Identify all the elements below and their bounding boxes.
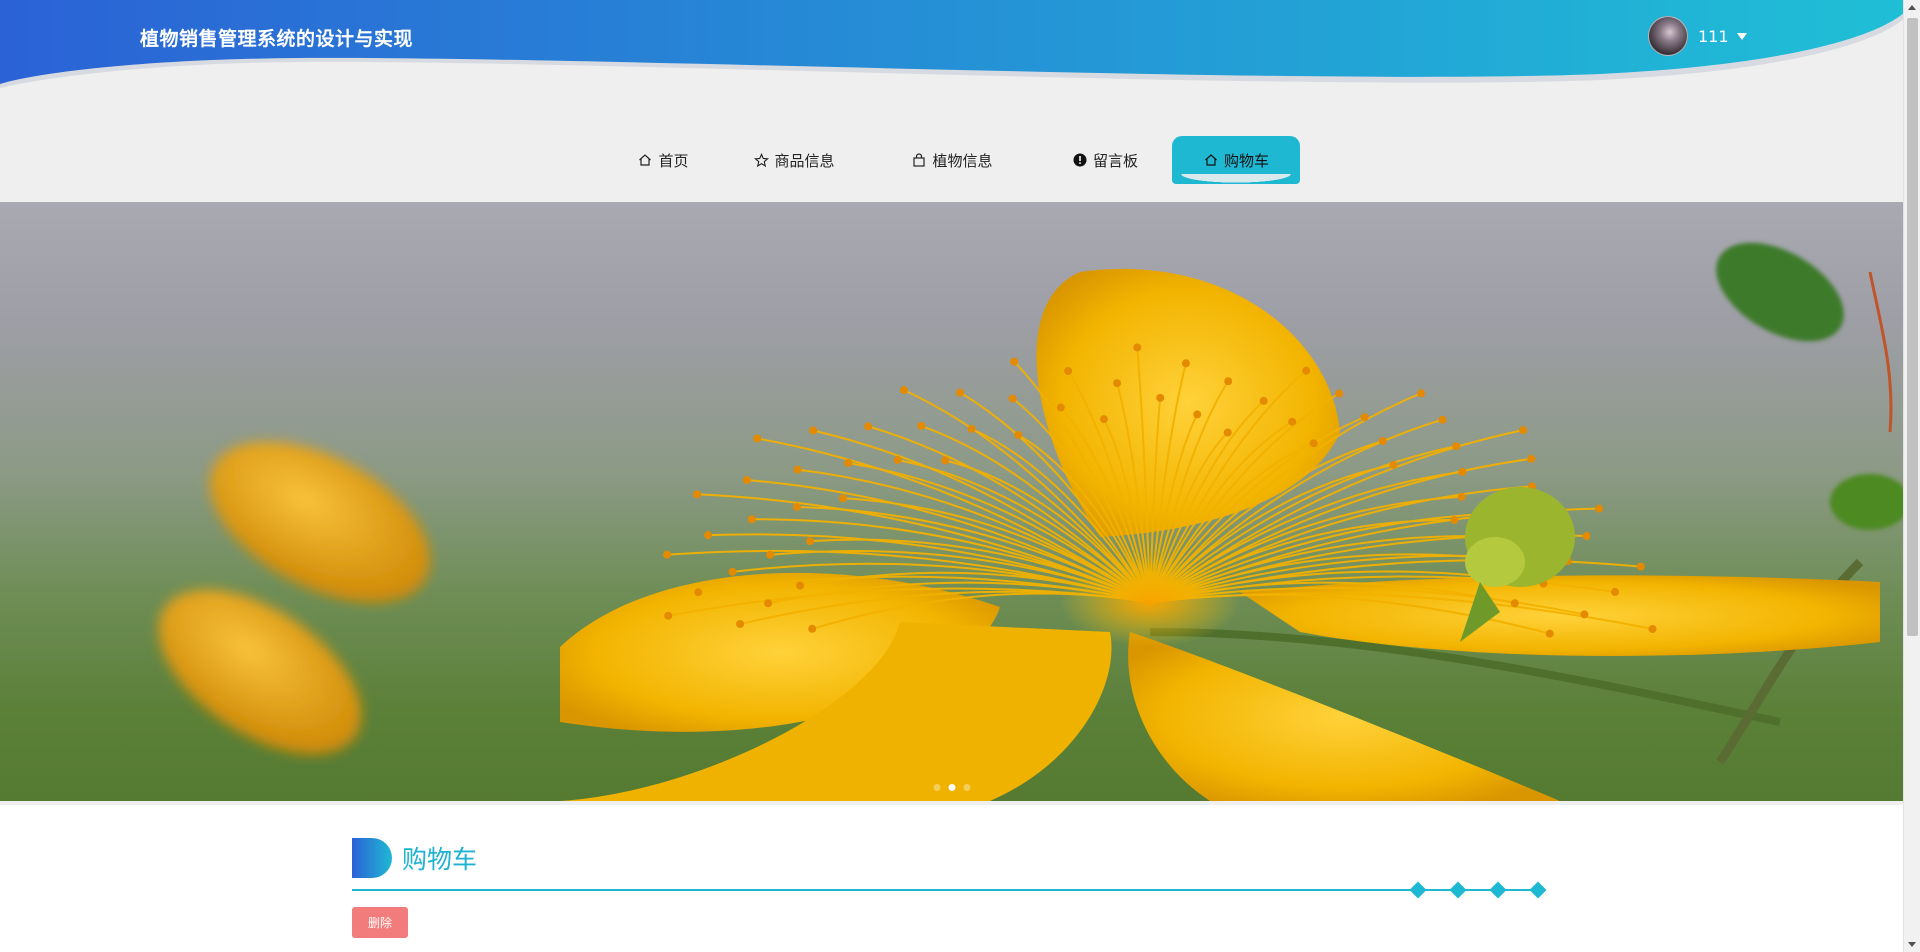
scroll-up-arrow-icon[interactable] <box>1908 5 1916 10</box>
username-label: 111 <box>1698 26 1729 46</box>
nav-item-label: 购物车 <box>1223 151 1269 170</box>
section-title: 购物车 <box>402 845 478 874</box>
app-title: 植物销售管理系统的设计与实现 <box>140 28 414 50</box>
info-icon <box>1072 152 1088 168</box>
section-header: 购物车 <box>352 838 477 878</box>
carousel-dot[interactable] <box>933 784 940 791</box>
nav-item-plants[interactable]: 植物信息 <box>902 136 1002 184</box>
delete-button[interactable]: 删除 <box>352 907 408 938</box>
nav-item-label: 留言板 <box>1092 151 1138 170</box>
diamond-icon <box>1409 881 1427 899</box>
bag-icon <box>911 152 927 168</box>
diamond-icon <box>1489 881 1507 899</box>
carousel-dot[interactable] <box>948 784 955 791</box>
nav-item-message-board[interactable]: 留言板 <box>1060 136 1150 184</box>
user-menu[interactable]: 111 <box>1648 16 1747 56</box>
nav-item-label: 首页 <box>658 151 689 170</box>
nav-item-home[interactable]: 首页 <box>620 136 706 184</box>
diamond-icon <box>1529 881 1547 899</box>
banner-flower-image <box>158 242 1903 801</box>
home-icon <box>1203 152 1219 168</box>
section-divider <box>352 889 1544 891</box>
header-bar: 植物销售管理系统的设计与实现 111 <box>0 0 1905 100</box>
page-scrollbar[interactable] <box>1903 0 1920 952</box>
nav-item-products[interactable]: 商品信息 <box>744 136 844 184</box>
chevron-down-icon[interactable] <box>1736 32 1747 40</box>
section-badge-icon <box>352 838 392 878</box>
user-avatar[interactable] <box>1648 16 1688 56</box>
carousel-indicators <box>933 784 970 791</box>
carousel-dot[interactable] <box>963 784 970 791</box>
star-icon <box>753 152 769 168</box>
nav-item-cart[interactable]: 购物车 <box>1172 136 1300 184</box>
main-nav: 首页 商品信息 植物信息 留言板 购物车 <box>0 136 1905 186</box>
nav-item-label: 商品信息 <box>774 151 835 170</box>
scroll-down-arrow-icon[interactable] <box>1908 942 1916 947</box>
home-icon <box>637 152 653 168</box>
cart-section: 购物车 删除 <box>0 805 1903 952</box>
nav-item-label: 植物信息 <box>932 151 993 170</box>
diamond-icon <box>1449 881 1467 899</box>
banner-carousel[interactable] <box>0 202 1903 801</box>
scroll-thumb[interactable] <box>1907 18 1918 636</box>
